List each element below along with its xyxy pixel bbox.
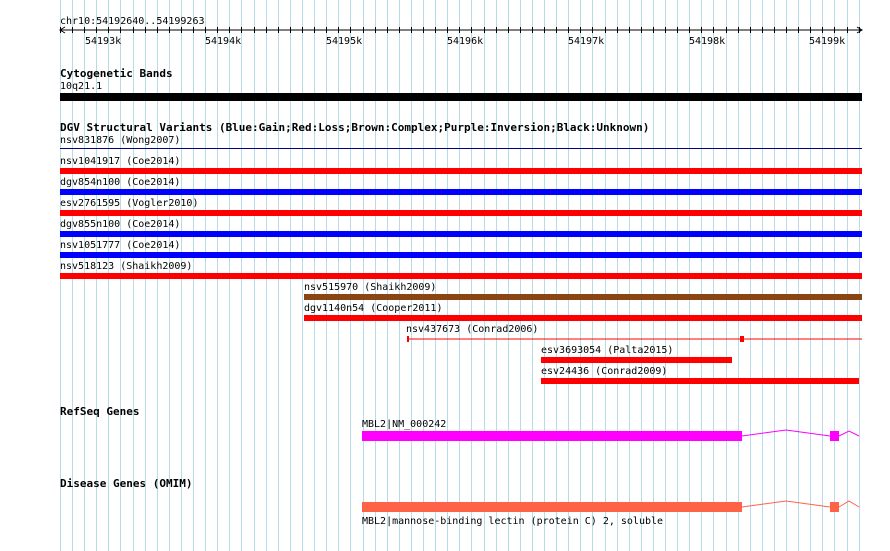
omim-gene-model[interactable] <box>0 0 890 551</box>
omim-gene-label: MBL2|mannose-binding lectin (protein C) … <box>362 516 664 527</box>
